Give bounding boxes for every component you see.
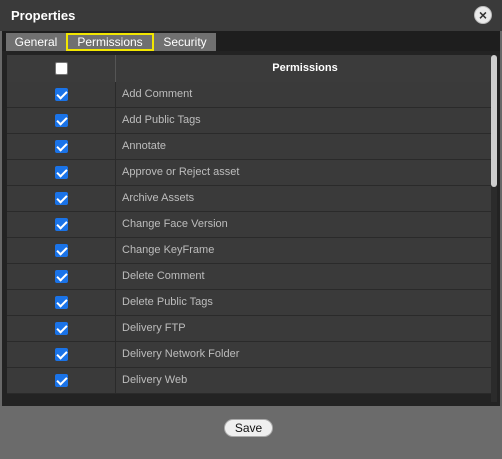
save-button[interactable]: Save [224, 419, 273, 437]
permission-label: Archive Assets [122, 192, 195, 204]
permission-checkbox[interactable] [55, 374, 68, 387]
row-checkbox-cell [7, 186, 116, 211]
permission-checkbox[interactable] [55, 114, 68, 127]
permission-label: Add Public Tags [122, 114, 201, 126]
row-checkbox-cell [7, 342, 116, 367]
permission-checkbox[interactable] [55, 140, 68, 153]
permission-checkbox[interactable] [55, 166, 68, 179]
table-body: Add Comment Add Public Tags Annotate Approv… [7, 82, 494, 394]
table-row: Delivery Network Folder [7, 342, 494, 368]
permission-label: Delete Public Tags [122, 296, 213, 308]
row-checkbox-cell [7, 212, 116, 237]
table-row: Delete Public Tags [7, 290, 494, 316]
header-checkbox-cell [7, 55, 116, 82]
table-row: Change KeyFrame [7, 238, 494, 264]
table-row: Approve or Reject asset [7, 160, 494, 186]
properties-dialog: Properties × General Permissions Securit… [0, 0, 502, 459]
row-checkbox-cell [7, 368, 116, 393]
permission-checkbox[interactable] [55, 296, 68, 309]
permission-checkbox[interactable] [55, 244, 68, 257]
permission-label: Approve or Reject asset [122, 166, 240, 178]
permission-checkbox[interactable] [55, 88, 68, 101]
vertical-scrollbar[interactable] [491, 55, 497, 402]
table-header: Permissions [7, 55, 494, 82]
scrollbar-thumb[interactable] [491, 55, 497, 187]
row-checkbox-cell [7, 290, 116, 315]
permission-label: Delivery FTP [122, 322, 186, 334]
row-checkbox-cell [7, 108, 116, 133]
permission-label: Delivery Network Folder [122, 348, 240, 360]
permission-label: Delete Comment [122, 270, 205, 282]
row-checkbox-cell [7, 316, 116, 341]
dialog-title: Properties [11, 8, 76, 23]
tab-general[interactable]: General [6, 33, 66, 51]
permissions-column-header: Permissions [272, 62, 338, 74]
table-row: Change Face Version [7, 212, 494, 238]
table-row: Annotate [7, 134, 494, 160]
select-all-checkbox[interactable] [55, 62, 68, 75]
dialog-titlebar: Properties × [0, 0, 502, 31]
close-icon[interactable]: × [474, 6, 492, 24]
dialog-footer: Save [0, 406, 502, 459]
permission-checkbox[interactable] [55, 270, 68, 283]
table-row: Delivery Web [7, 368, 494, 394]
permissions-table: Permissions Add Comment Add Public Tags An… [7, 55, 494, 406]
permission-label: Annotate [122, 140, 167, 152]
permission-label: Delivery Web [122, 374, 188, 386]
tab-security[interactable]: Security [154, 33, 216, 51]
permission-checkbox[interactable] [55, 192, 68, 205]
tab-permissions[interactable]: Permissions [66, 33, 154, 51]
permission-label: Change Face Version [122, 218, 228, 230]
row-checkbox-cell [7, 160, 116, 185]
permission-label: Change KeyFrame [122, 244, 215, 256]
permission-checkbox[interactable] [55, 348, 68, 361]
row-checkbox-cell [7, 82, 116, 107]
permission-checkbox[interactable] [55, 322, 68, 335]
table-row: Add Comment [7, 82, 494, 108]
row-checkbox-cell [7, 134, 116, 159]
row-checkbox-cell [7, 264, 116, 289]
table-row: Delivery FTP [7, 316, 494, 342]
permission-label: Add Comment [122, 88, 193, 100]
table-row: Delete Comment [7, 264, 494, 290]
permission-checkbox[interactable] [55, 218, 68, 231]
row-checkbox-cell [7, 238, 116, 263]
permissions-panel: Permissions Add Comment Add Public Tags An… [2, 51, 500, 406]
table-row: Add Public Tags [7, 108, 494, 134]
tab-bar: General Permissions Security [2, 31, 500, 51]
table-row: Archive Assets [7, 186, 494, 212]
